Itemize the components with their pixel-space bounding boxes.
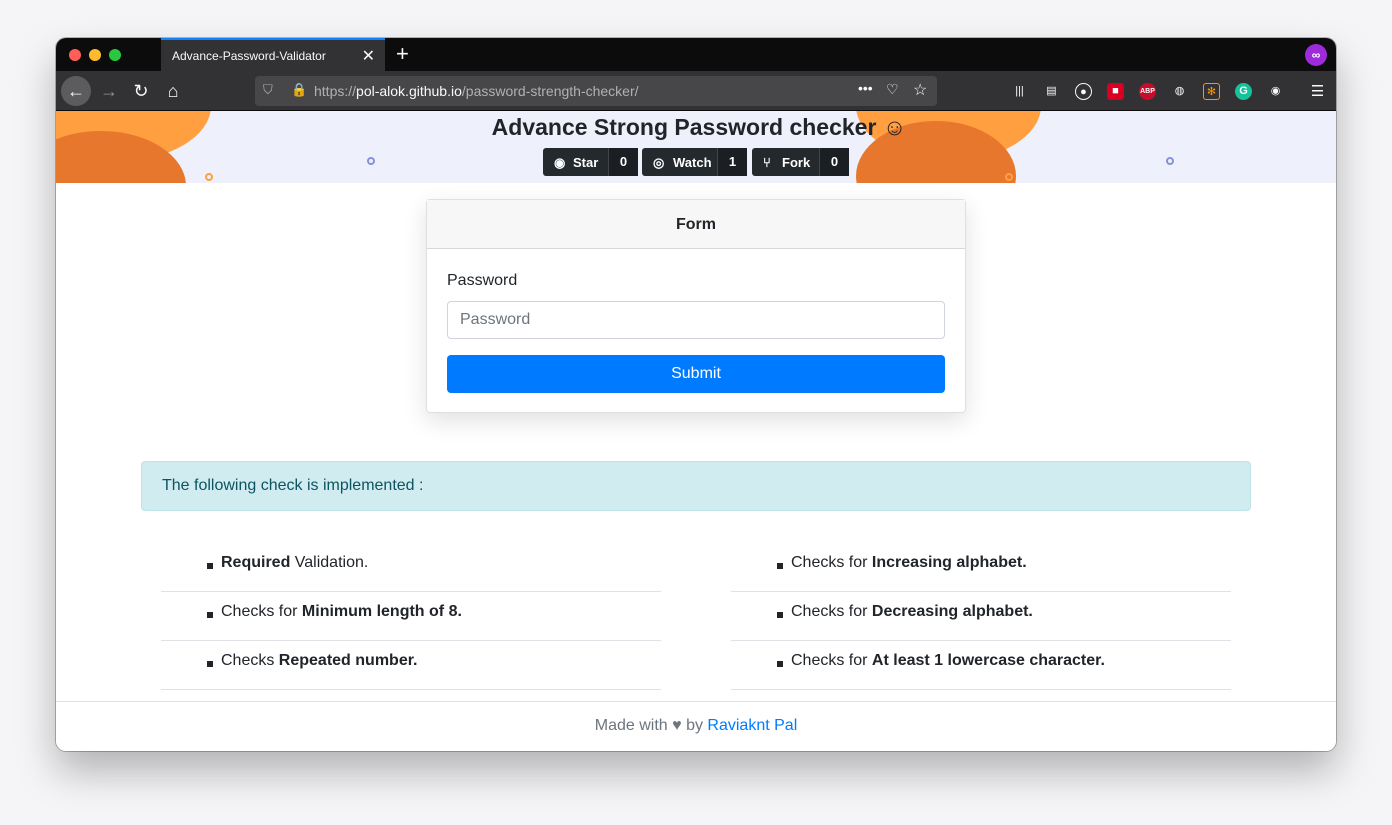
shield-icon[interactable]: ⛉ xyxy=(263,82,273,98)
footer-by: by xyxy=(686,717,703,734)
library-icon[interactable]: ||| xyxy=(1011,83,1028,100)
page-actions-icon[interactable]: ••• xyxy=(858,80,873,96)
back-icon[interactable]: ← xyxy=(61,76,91,106)
adblock-plus-icon[interactable]: ABP xyxy=(1139,83,1156,100)
form-card-header: Form xyxy=(427,200,965,249)
author-link[interactable]: Raviaknt Pal xyxy=(707,717,797,734)
page-title: Advance Strong Password checker ☺ xyxy=(484,114,914,141)
title-bar: Advance-Password-Validator ✕ + ∞ xyxy=(56,38,1336,71)
forward-icon[interactable]: → xyxy=(94,76,124,106)
info-alert: The following check is implemented : xyxy=(141,461,1251,511)
list-item: Checks for Decreasing alphabet. xyxy=(731,592,1231,641)
globe-icon[interactable]: ◍ xyxy=(1171,83,1188,100)
tab-title: Advance-Password-Validator xyxy=(172,49,326,63)
url-host: pol-alok.github.io xyxy=(356,83,462,99)
lock-icon[interactable]: 🔒 xyxy=(291,82,307,98)
check-prefix: Checks xyxy=(221,652,279,669)
private-browsing-icon[interactable]: ∞ xyxy=(1305,44,1327,66)
new-tab-icon[interactable]: + xyxy=(396,41,409,67)
url-bar[interactable]: ⛉ 🔒 https://pol-alok.github.io/password-… xyxy=(255,76,937,106)
hero-dot xyxy=(1005,173,1013,181)
check-prefix: Checks for xyxy=(791,554,872,571)
hero-banner: Advance Strong Password checker ☺ ◉ Star… xyxy=(56,111,1336,183)
check-prefix: Checks for xyxy=(791,603,872,620)
check-bold: Decreasing alphabet. xyxy=(871,603,1033,620)
check-bold: Increasing alphabet. xyxy=(871,554,1027,571)
checks-list-left: Required Validation. Checks for Minimum … xyxy=(161,543,661,690)
footer: Made with ♥ by Raviaknt Pal xyxy=(56,701,1336,751)
extension-shield-icon[interactable]: ■ xyxy=(1107,83,1124,100)
list-item: Checks Repeated number. xyxy=(161,641,661,690)
owl-extension-icon[interactable]: ◉ xyxy=(1267,83,1284,100)
list-item: Checks for Increasing alphabet. xyxy=(731,543,1231,592)
github-star-button[interactable]: ◉ Star 0 xyxy=(543,148,638,176)
list-item: Checks for At least 1 lowercase characte… xyxy=(731,641,1231,690)
check-bold: Minimum length of 8. xyxy=(301,603,462,620)
menu-icon[interactable]: ☰ xyxy=(1309,83,1326,100)
check-bold: Required xyxy=(221,554,291,571)
heart-icon: ♥ xyxy=(672,717,682,734)
submit-button[interactable]: Submit xyxy=(447,355,945,393)
password-input[interactable] xyxy=(447,301,945,339)
password-label: Password xyxy=(447,272,518,289)
url-text[interactable]: https://pol-alok.github.io/password-stre… xyxy=(314,83,639,99)
url-path: /password-strength-checker/ xyxy=(461,83,639,99)
hero-dot xyxy=(367,157,375,165)
checks-list-right: Checks for Increasing alphabet. Checks f… xyxy=(731,543,1231,690)
bookmark-star-icon[interactable]: ☆ xyxy=(913,80,927,100)
github-icon: ◉ xyxy=(554,155,566,170)
zoom-window-button[interactable] xyxy=(109,49,121,61)
check-bold: Repeated number. xyxy=(278,652,418,669)
star-label: Star xyxy=(573,155,599,170)
form-card: Form Password Submit xyxy=(426,199,966,413)
nav-toolbar: ← → ↻ ⌂ ⛉ 🔒 https://pol-alok.github.io/p… xyxy=(56,71,1336,111)
pocket-icon[interactable]: ♡ xyxy=(886,81,899,98)
close-tab-icon[interactable]: ✕ xyxy=(362,46,375,66)
github-fork-button[interactable]: ⑂ Fork 0 xyxy=(752,148,849,176)
check-prefix: Checks for xyxy=(791,652,872,669)
check-rest: Validation. xyxy=(290,554,369,571)
reload-icon[interactable]: ↻ xyxy=(126,76,156,106)
smiley-icon: ☺ xyxy=(882,114,907,140)
fork-count[interactable]: 0 xyxy=(819,148,849,176)
watch-label: Watch xyxy=(673,155,712,170)
fork-label: Fork xyxy=(782,155,811,170)
hero-dot xyxy=(205,173,213,181)
check-bold: At least 1 lowercase character. xyxy=(871,652,1105,669)
sidebar-icon[interactable]: ▤ xyxy=(1043,83,1060,100)
account-icon[interactable]: ● xyxy=(1075,83,1092,100)
footer-prefix: Made with xyxy=(594,717,668,734)
eye-icon: ◎ xyxy=(653,155,665,170)
page-content: Advance Strong Password checker ☺ ◉ Star… xyxy=(56,111,1336,751)
fork-icon: ⑂ xyxy=(763,155,771,170)
browser-tab[interactable]: Advance-Password-Validator ✕ xyxy=(161,38,385,71)
browser-window: Advance-Password-Validator ✕ + ∞ ← → ↻ ⌂… xyxy=(56,38,1336,751)
grammarly-icon[interactable]: G xyxy=(1235,83,1252,100)
gear-extension-icon[interactable]: ✻ xyxy=(1203,83,1220,100)
list-item: Checks for Minimum length of 8. xyxy=(161,592,661,641)
home-icon[interactable]: ⌂ xyxy=(158,76,188,106)
star-count[interactable]: 0 xyxy=(608,148,638,176)
hero-dot xyxy=(1166,157,1174,165)
close-window-button[interactable] xyxy=(69,49,81,61)
list-item: Required Validation. xyxy=(161,543,661,592)
github-watch-button[interactable]: ◎ Watch 1 xyxy=(642,148,747,176)
watch-count[interactable]: 1 xyxy=(717,148,747,176)
minimize-window-button[interactable] xyxy=(89,49,101,61)
page-title-text: Advance Strong Password checker xyxy=(491,114,877,140)
url-scheme: https:// xyxy=(314,83,357,99)
check-prefix: Checks for xyxy=(221,603,302,620)
